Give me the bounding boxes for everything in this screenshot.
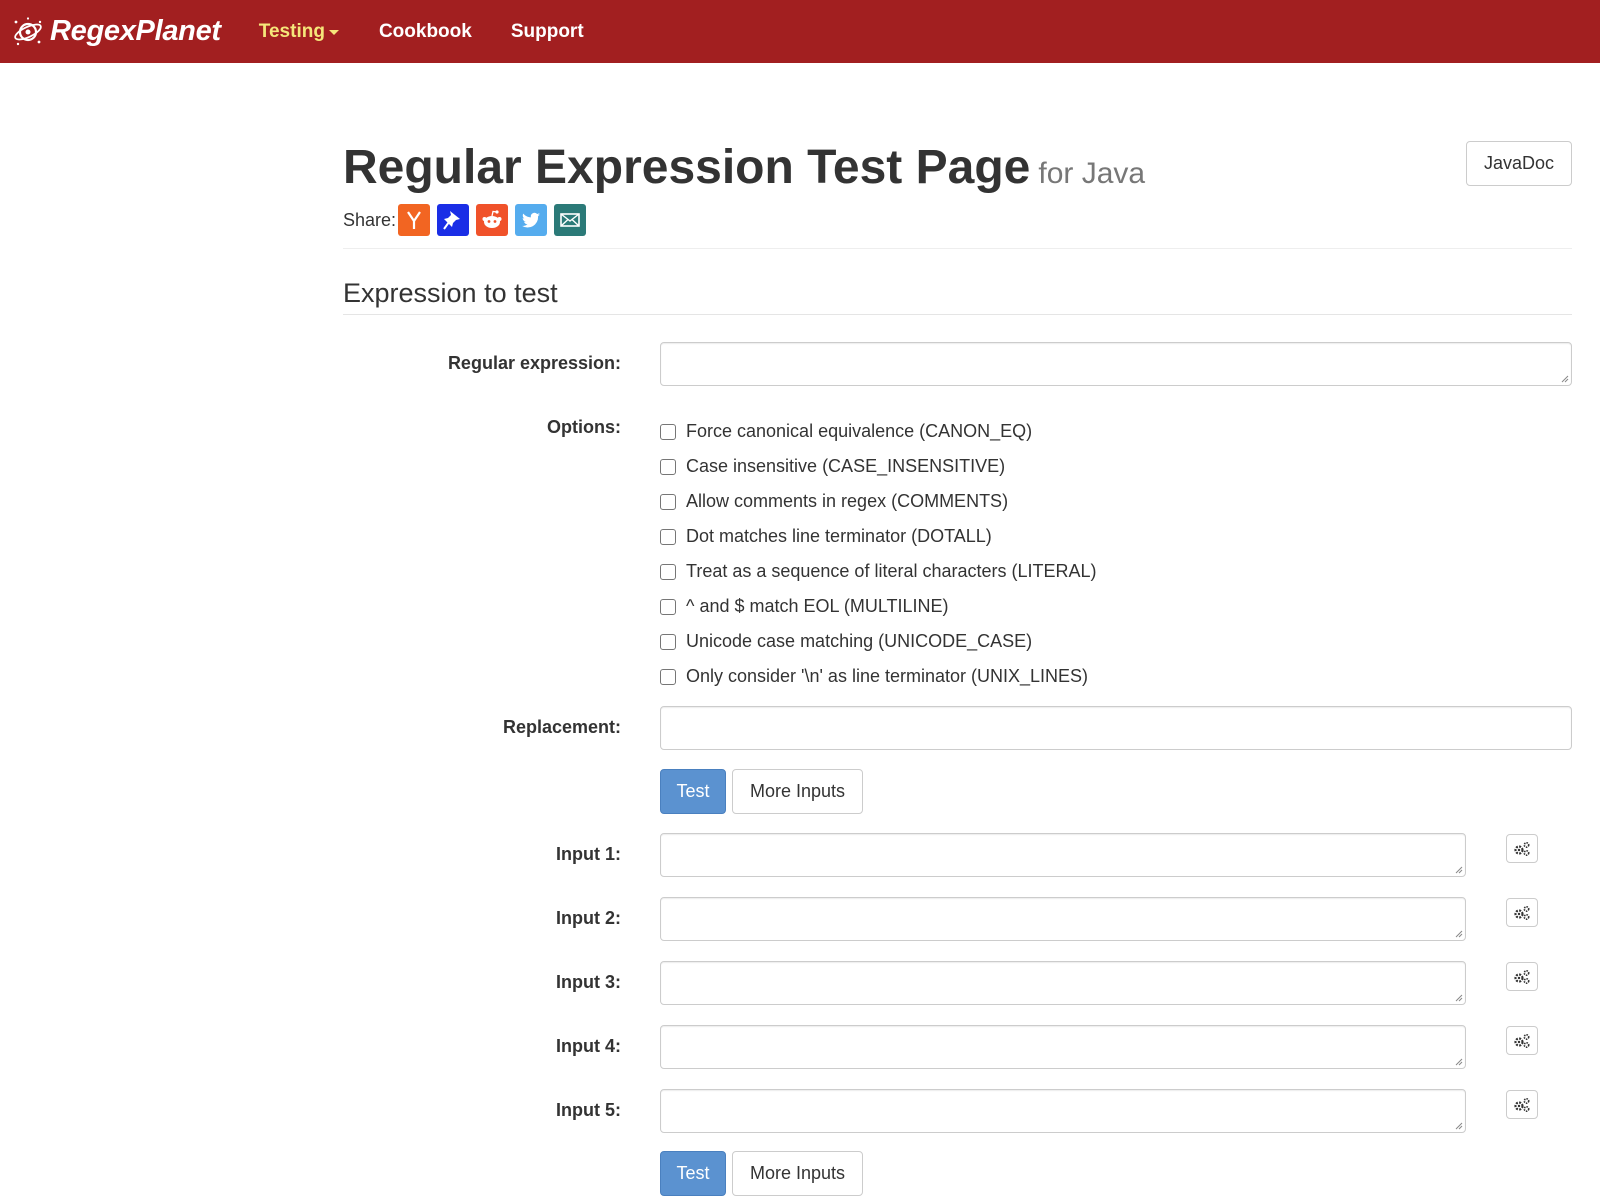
page-title-text: Regular Expression Test Page [343,141,1031,194]
share-email-button[interactable] [554,204,587,236]
option-label: Case insensitive (CASE_INSENSITIVE) [686,456,1006,476]
option-unix-lines[interactable]: Only consider '\n' as line terminator (U… [660,659,1097,694]
share-twitter-button[interactable] [515,204,548,236]
checkbox-literal[interactable] [660,563,676,580]
brand-link[interactable]: RegexPlanet [12,15,221,48]
input-5-textarea[interactable] [660,1089,1466,1133]
brand-name: RegexPlanet [50,15,221,47]
checkbox-canon-eq[interactable] [660,423,676,440]
share-hacker-news-button[interactable] [398,204,431,236]
more-inputs-button-bottom[interactable]: More Inputs [732,1151,863,1196]
checkbox-unix-lines[interactable] [660,668,676,685]
more-inputs-button[interactable]: More Inputs [732,769,863,814]
top-navbar: RegexPlanet Testing Cookbook Support [0,0,1600,63]
nav-testing-label: Testing [258,20,325,42]
options-label: Options: [547,417,621,437]
option-literal[interactable]: Treat as a sequence of literal character… [660,554,1097,589]
gears-icon [1514,905,1530,920]
resize-grip-icon[interactable] [1454,1057,1463,1066]
option-label: Treat as a sequence of literal character… [686,561,1097,581]
section-divider [343,314,1572,315]
checkbox-comments[interactable] [660,493,676,510]
twitter-icon [522,212,541,228]
page-header: Regular Expression Test Page for Java [343,140,1571,202]
option-canon-eq[interactable]: Force canonical equivalence (CANON_EQ) [660,414,1097,449]
nav-support[interactable]: Support [511,21,584,43]
replacement-label: Replacement: [502,717,621,737]
gears-icon [1514,1033,1530,1048]
checkbox-dotall[interactable] [660,528,676,545]
share-bar: Share: [343,204,593,236]
input-3-label: Input 3: [556,972,621,992]
input-5-options-button[interactable] [1506,1090,1538,1119]
option-label: Allow comments in regex (COMMENTS) [686,491,1009,511]
option-label: ^ and $ match EOL (MULTILINE) [686,596,949,616]
share-pinboard-button[interactable] [437,204,470,236]
planet-logo-icon [14,16,42,45]
regex-label: Regular expression: [447,353,621,373]
input-4-label: Input 4: [556,1036,621,1056]
option-label: Unicode case matching (UNICODE_CASE) [686,631,1033,651]
nav-cookbook[interactable]: Cookbook [379,21,472,43]
input-1-label: Input 1: [556,844,621,864]
resize-grip-icon[interactable] [1454,929,1463,938]
gears-icon [1514,969,1530,984]
section-title: Expression to test [343,278,558,308]
option-label: Force canonical equivalence (CANON_EQ) [686,421,1033,441]
header-divider [343,248,1572,249]
test-button[interactable]: Test [660,769,726,814]
share-label: Share: [343,209,397,230]
share-reddit-button[interactable] [476,204,509,236]
option-dotall[interactable]: Dot matches line terminator (DOTALL) [660,519,1097,554]
email-icon [560,213,580,227]
option-comments[interactable]: Allow comments in regex (COMMENTS) [660,484,1097,519]
resize-grip-icon[interactable] [1454,1121,1463,1130]
resize-grip-icon[interactable] [1454,993,1463,1002]
reddit-icon [482,210,502,228]
option-unicode-case[interactable]: Unicode case matching (UNICODE_CASE) [660,624,1097,659]
input-2-options-button[interactable] [1506,898,1538,927]
options-list: Force canonical equivalence (CANON_EQ) C… [660,414,1097,694]
checkbox-case-insensitive[interactable] [660,458,676,475]
input-2-label: Input 2: [556,908,621,928]
page-title: Regular Expression Test Page for Java [343,140,1571,202]
input-1-options-button[interactable] [1506,834,1538,863]
option-case-insensitive[interactable]: Case insensitive (CASE_INSENSITIVE) [660,449,1097,484]
option-label: Dot matches line terminator (DOTALL) [686,526,992,546]
input-1-textarea[interactable] [660,833,1466,877]
resize-grip-icon[interactable] [1560,374,1569,383]
javadoc-button[interactable]: JavaDoc [1466,141,1572,186]
pinboard-icon [443,211,461,230]
gears-icon [1514,1097,1530,1112]
input-3-options-button[interactable] [1506,962,1538,991]
hacker-news-icon [407,211,421,229]
resize-grip-icon[interactable] [1454,865,1463,874]
option-multiline[interactable]: ^ and $ match EOL (MULTILINE) [660,589,1097,624]
test-button-bottom[interactable]: Test [660,1151,726,1196]
input-5-label: Input 5: [556,1100,621,1120]
input-4-textarea[interactable] [660,1025,1466,1069]
replacement-input[interactable] [660,706,1572,750]
checkbox-multiline[interactable] [660,598,676,615]
caret-down-icon [328,30,339,35]
input-4-options-button[interactable] [1506,1026,1538,1055]
nav-testing-dropdown[interactable]: Testing [259,21,339,43]
page-subtitle: for Java [1038,157,1146,190]
option-label: Only consider '\n' as line terminator (U… [686,666,1089,686]
gears-icon [1514,841,1530,856]
input-2-textarea[interactable] [660,897,1466,941]
regex-textarea[interactable] [660,342,1572,386]
input-3-textarea[interactable] [660,961,1466,1005]
checkbox-unicode-case[interactable] [660,633,676,650]
